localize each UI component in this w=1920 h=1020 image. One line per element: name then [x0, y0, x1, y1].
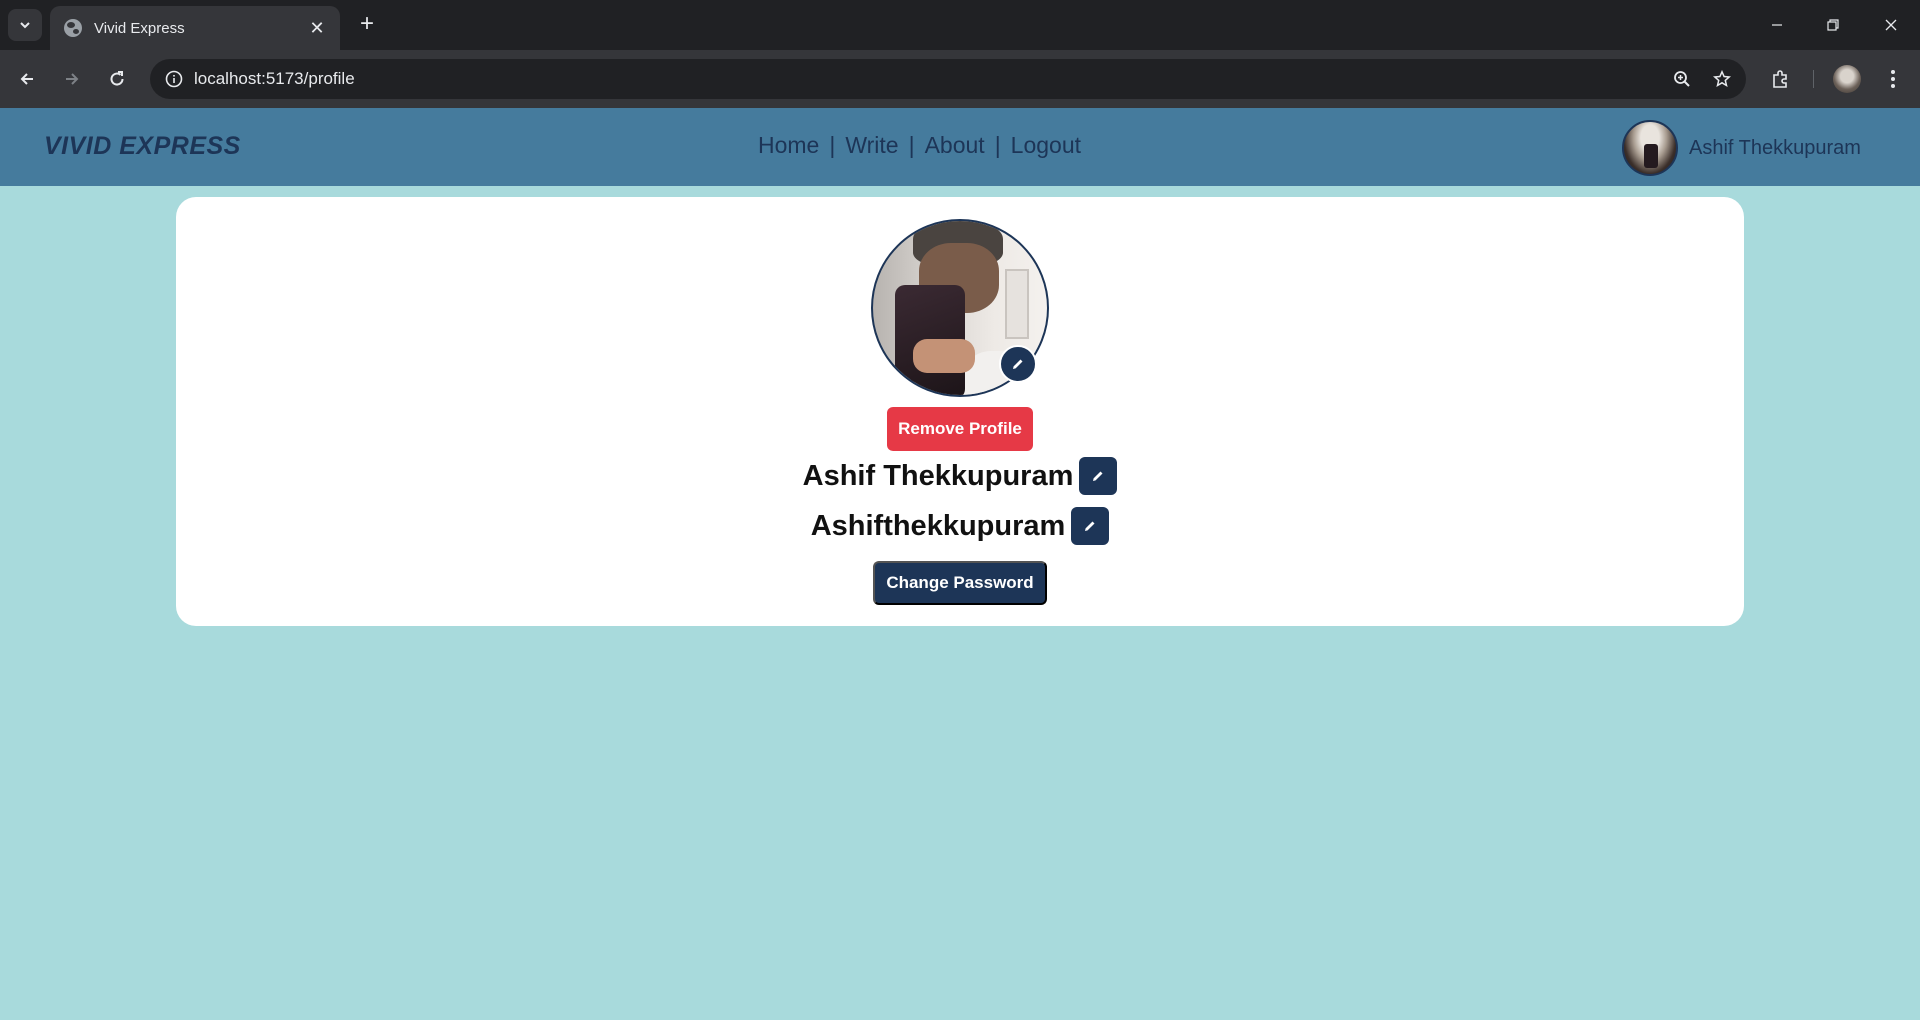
- pic-background: [1005, 269, 1029, 339]
- star-icon: [1713, 70, 1731, 88]
- close-icon: [1885, 19, 1897, 31]
- full-name-row: Ashif Thekkupuram: [176, 457, 1744, 495]
- nav-link-logout[interactable]: Logout: [1011, 132, 1081, 159]
- browser-tab[interactable]: Vivid Express ✕: [50, 6, 340, 50]
- main-nav: Home | Write | About | Logout: [758, 132, 1081, 159]
- menu-dots-icon: [1891, 70, 1895, 88]
- nav-link-about[interactable]: About: [925, 132, 985, 159]
- edit-picture-button[interactable]: [999, 345, 1037, 383]
- url-text[interactable]: localhost:5173/profile: [194, 69, 355, 89]
- toolbar-divider: [1813, 70, 1814, 88]
- nav-link-write[interactable]: Write: [845, 132, 898, 159]
- forward-icon: [66, 73, 79, 85]
- extensions-button[interactable]: [1764, 63, 1796, 95]
- forward-button[interactable]: [56, 63, 88, 95]
- minimize-button[interactable]: [1757, 8, 1797, 42]
- change-password-button[interactable]: Change Password: [873, 561, 1047, 605]
- close-window-button[interactable]: [1871, 8, 1911, 42]
- username-row: Ashifthekkupuram: [176, 507, 1744, 545]
- browser-menu-button[interactable]: [1877, 63, 1909, 95]
- bookmark-button[interactable]: [1706, 63, 1738, 95]
- zoom-icon: [1674, 71, 1690, 87]
- tab-title: Vivid Express: [94, 19, 185, 37]
- nav-separator: |: [829, 132, 836, 158]
- browser-toolbar: localhost:5173/profile: [0, 50, 1920, 108]
- close-icon[interactable]: ✕: [306, 18, 328, 39]
- edit-name-button[interactable]: [1079, 457, 1118, 495]
- nav-link-home[interactable]: Home: [758, 132, 819, 159]
- back-icon: [20, 73, 33, 85]
- pencil-icon: [1013, 359, 1023, 369]
- new-tab-button[interactable]: +: [352, 10, 382, 40]
- edit-username-button[interactable]: [1071, 507, 1110, 545]
- info-icon: [165, 70, 183, 88]
- browser-profile-avatar[interactable]: [1833, 65, 1861, 93]
- app-navbar: VIVID EXPRESS Home | Write | About | Log…: [0, 108, 1920, 186]
- navbar-user-name[interactable]: Ashif Thekkupuram: [1689, 137, 1861, 160]
- avatar[interactable]: [1622, 120, 1678, 176]
- reload-icon: [110, 71, 124, 86]
- brand-logo[interactable]: VIVID EXPRESS: [44, 132, 241, 161]
- zoom-button[interactable]: [1666, 63, 1698, 95]
- pencil-icon: [1085, 521, 1095, 531]
- profile-picture-wrapper: [871, 219, 1049, 397]
- back-button[interactable]: [11, 63, 43, 95]
- extensions-icon: [1773, 70, 1787, 88]
- nav-separator: |: [994, 132, 1001, 158]
- reload-button[interactable]: [101, 63, 133, 95]
- tab-search-button[interactable]: [8, 9, 42, 41]
- chevron-down-icon: [20, 22, 30, 29]
- nav-separator: |: [908, 132, 915, 158]
- remove-profile-button[interactable]: Remove Profile: [887, 407, 1033, 451]
- profile-card: Remove Profile Ashif Thekkupuram Ashifth…: [176, 197, 1744, 626]
- minimize-icon: [1772, 24, 1782, 26]
- browser-tabbar: Vivid Express ✕ +: [0, 0, 1920, 50]
- address-bar[interactable]: localhost:5173/profile: [150, 59, 1746, 99]
- username: Ashifthekkupuram: [810, 509, 1066, 542]
- globe-icon: [64, 19, 82, 37]
- pic-hand: [913, 339, 975, 373]
- full-name: Ashif Thekkupuram: [802, 459, 1074, 492]
- restore-button[interactable]: [1813, 8, 1853, 42]
- site-info-button[interactable]: [154, 59, 194, 99]
- pencil-icon: [1093, 471, 1103, 481]
- navbar-user[interactable]: Ashif Thekkupuram: [1622, 120, 1861, 176]
- restore-icon: [1827, 19, 1839, 31]
